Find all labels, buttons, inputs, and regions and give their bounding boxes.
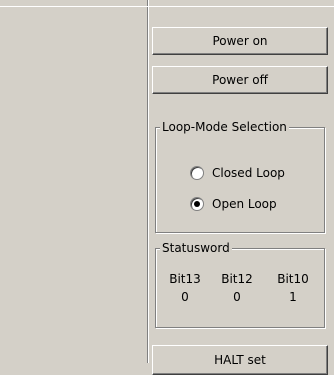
power-off-button[interactable]: Power off	[152, 66, 328, 94]
statusword-title: Statusword	[160, 241, 232, 255]
closed-loop-label: Closed Loop	[212, 166, 285, 180]
open-loop-label: Open Loop	[212, 197, 277, 211]
bit10-value: 1	[289, 290, 297, 304]
bit13-label: Bit13	[169, 272, 201, 286]
bit13-value: 0	[181, 290, 189, 304]
power-on-button[interactable]: Power on	[152, 27, 328, 55]
open-loop-radio-indicator[interactable]	[190, 197, 204, 211]
closed-loop-radio-indicator[interactable]	[190, 166, 204, 180]
bit12-column: Bit12 0	[212, 270, 262, 306]
open-loop-radio[interactable]: Open Loop	[190, 197, 277, 211]
top-divider	[0, 6, 334, 7]
bit10-label: Bit10	[277, 272, 309, 286]
statusword-groupbox: Statusword Bit13 0 Bit12 0 Bit10 1	[155, 241, 325, 328]
loop-mode-title: Loop-Mode Selection	[160, 120, 289, 134]
loop-mode-groupbox: Loop-Mode Selection Closed Loop Open Loo…	[155, 120, 325, 233]
bit12-value: 0	[233, 290, 241, 304]
bit12-label: Bit12	[221, 272, 253, 286]
bit13-column: Bit13 0	[160, 270, 210, 306]
left-panel	[0, 0, 148, 363]
closed-loop-radio[interactable]: Closed Loop	[190, 166, 285, 180]
halt-set-button[interactable]: HALT set	[152, 345, 328, 375]
bit10-column: Bit10 1	[268, 270, 318, 306]
